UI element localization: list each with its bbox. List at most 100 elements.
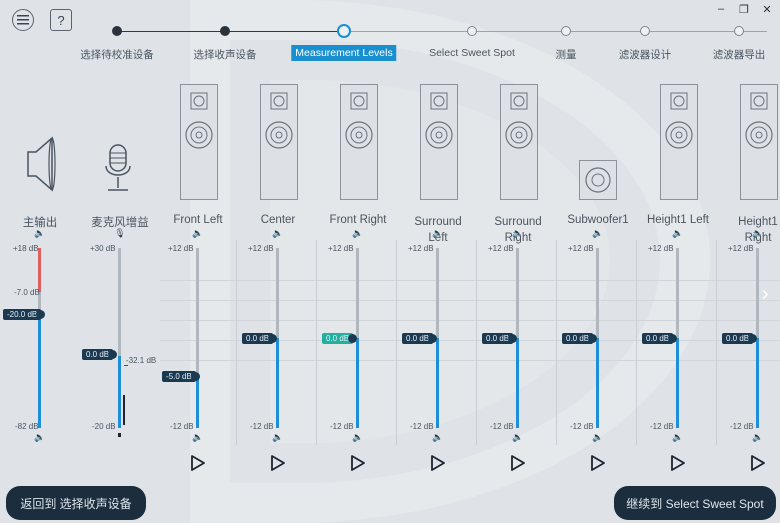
minimize-button[interactable]: – [712, 2, 730, 16]
scale-top-label: +12 dB [728, 244, 754, 253]
restore-button[interactable]: ❐ [735, 2, 753, 16]
main-output-slider-thumb[interactable]: -20.0 dB [3, 309, 46, 320]
mute-icon: 🔈 [752, 432, 764, 442]
mute-icon: 🔈 [672, 432, 684, 442]
play-icon [511, 455, 525, 471]
mic-level-reading: -32.1 dB [126, 356, 157, 365]
main-output-column: 主输出 🔈 +18 dB -7.0 dB -20.0 dB -82 dB 🔈 [0, 80, 80, 480]
meter-marker [118, 433, 121, 437]
level-tick [124, 365, 128, 366]
next-button[interactable]: 继续到 Select Sweet Spot [614, 486, 776, 520]
scale-top-label: +18 dB [13, 244, 39, 253]
mic-gain-column: 麦克风增益 🎙 +30 dB 0.0 dB -32.1 dB -20 dB [80, 80, 160, 480]
channel-level-slider[interactable]: 0.0 dB [322, 333, 358, 344]
tower-speaker-icon [260, 84, 298, 200]
step-label-4[interactable]: Select Sweet Spot [429, 47, 515, 59]
volume-icon: 🔈 [512, 228, 524, 238]
channel-label: Front Left [173, 214, 223, 226]
menu-button[interactable] [12, 9, 34, 31]
top-bar: ? – ❐ ✕ 选择待校准设备 选择收声设备 Measurement Levels S… [0, 0, 780, 70]
volume-icon: 🔈 [192, 228, 204, 238]
tower-speaker-icon [660, 84, 698, 200]
channel-level-fill [596, 338, 599, 428]
column-divider [716, 240, 717, 445]
column-divider [316, 240, 317, 445]
channel-level-slider[interactable]: -5.0 dB [162, 370, 200, 382]
volume-icon: 🔈 [672, 228, 684, 238]
mic-gain-slider-thumb[interactable]: 0.0 dB [82, 349, 118, 360]
step-label-1[interactable]: 选择待校准设备 [80, 47, 154, 62]
volume-icon: 🔈 [752, 228, 764, 238]
play-icon [351, 455, 365, 471]
column-divider [636, 240, 637, 445]
scale-bottom-label: -12 dB [490, 422, 514, 431]
channel-level-slider[interactable]: 0.0 dB [642, 333, 678, 344]
scroll-right-arrow[interactable]: › [762, 283, 769, 306]
channel-level-slider[interactable]: 0.0 dB [242, 333, 278, 344]
channel-level-fill [196, 375, 199, 428]
mic-gain-fill [118, 356, 121, 428]
scale-bottom-label: -20 dB [92, 422, 116, 431]
mute-icon: 🔈 [432, 432, 444, 442]
channel-level-slider[interactable]: 0.0 dB [722, 333, 758, 344]
play-test-tone-button[interactable] [668, 453, 688, 473]
play-test-tone-button[interactable] [348, 453, 368, 473]
step-label-7[interactable]: 滤波器导出 [713, 47, 766, 62]
play-icon [751, 455, 765, 471]
channel-level-slider[interactable]: 0.0 dB [402, 333, 438, 344]
channel-column: Surround Right 🔈 +12 dB 0.0 dB -12 dB 🔈 [478, 80, 558, 480]
channel-level-fill [516, 338, 519, 428]
play-test-tone-button[interactable] [188, 453, 208, 473]
mute-icon: 🔈 [512, 432, 524, 442]
scale-top-label: +12 dB [648, 244, 674, 253]
scale-bottom-label: -12 dB [650, 422, 674, 431]
step-label-5[interactable]: 测量 [556, 47, 577, 62]
tower-speaker-icon [180, 84, 218, 200]
channel-level-fill [276, 338, 279, 428]
scale-bottom-label: -12 dB [570, 422, 594, 431]
step-dot-7[interactable] [734, 26, 744, 36]
play-test-tone-button[interactable] [428, 453, 448, 473]
scale-bottom-label: -12 dB [250, 422, 274, 431]
step-dot-1[interactable] [112, 26, 122, 36]
play-test-tone-button[interactable] [588, 453, 608, 473]
channel-level-fill [756, 338, 759, 428]
play-icon [271, 455, 285, 471]
channel-label: Subwoofer1 [567, 214, 629, 226]
speaker-cone-icon [27, 136, 56, 192]
play-test-tone-button[interactable] [268, 453, 288, 473]
step-dot-5[interactable] [561, 26, 571, 36]
mute-icon: 🔈 [34, 432, 46, 442]
channel-column: Subwoofer1 🔈 +12 dB 0.0 dB -12 dB 🔈 [558, 80, 638, 480]
scale-top-label: +12 dB [488, 244, 514, 253]
mute-icon: 🔈 [272, 432, 284, 442]
step-dot-6[interactable] [640, 26, 650, 36]
step-dot-4[interactable] [467, 26, 477, 36]
step-dot-3[interactable] [337, 24, 351, 38]
play-icon [671, 455, 685, 471]
volume-icon: 🔈 [34, 228, 46, 238]
play-test-tone-button[interactable] [748, 453, 768, 473]
tower-speaker-icon [500, 84, 538, 200]
channel-level-fill [676, 338, 679, 428]
step-label-2[interactable]: 选择收声设备 [194, 47, 257, 62]
back-button[interactable]: 返回到 选择收声设备 [6, 486, 146, 520]
step-dot-2[interactable] [220, 26, 230, 36]
play-test-tone-button[interactable] [508, 453, 528, 473]
column-divider [236, 240, 237, 445]
mute-icon: 🔈 [352, 432, 364, 442]
channel-column: Height1 Left 🔈 +12 dB 0.0 dB -12 dB 🔈 [638, 80, 718, 480]
channel-level-slider[interactable]: 0.0 dB [482, 333, 518, 344]
scale-bottom-label: -12 dB [410, 422, 434, 431]
help-button[interactable]: ? [50, 9, 72, 31]
mic-small-icon: 🎙 [114, 228, 126, 238]
tower-speaker-icon [740, 84, 778, 200]
step-label-3[interactable]: Measurement Levels [291, 45, 397, 61]
play-icon [191, 455, 205, 471]
progress-track-done [117, 31, 344, 32]
channel-level-fill [356, 338, 359, 428]
close-button[interactable]: ✕ [758, 2, 776, 16]
channel-column: Front Left 🔈 +12 dB -5.0 dB -12 dB 🔈 [158, 80, 238, 480]
step-label-6[interactable]: 滤波器设计 [619, 47, 672, 62]
channel-level-slider[interactable]: 0.0 dB [562, 333, 598, 344]
